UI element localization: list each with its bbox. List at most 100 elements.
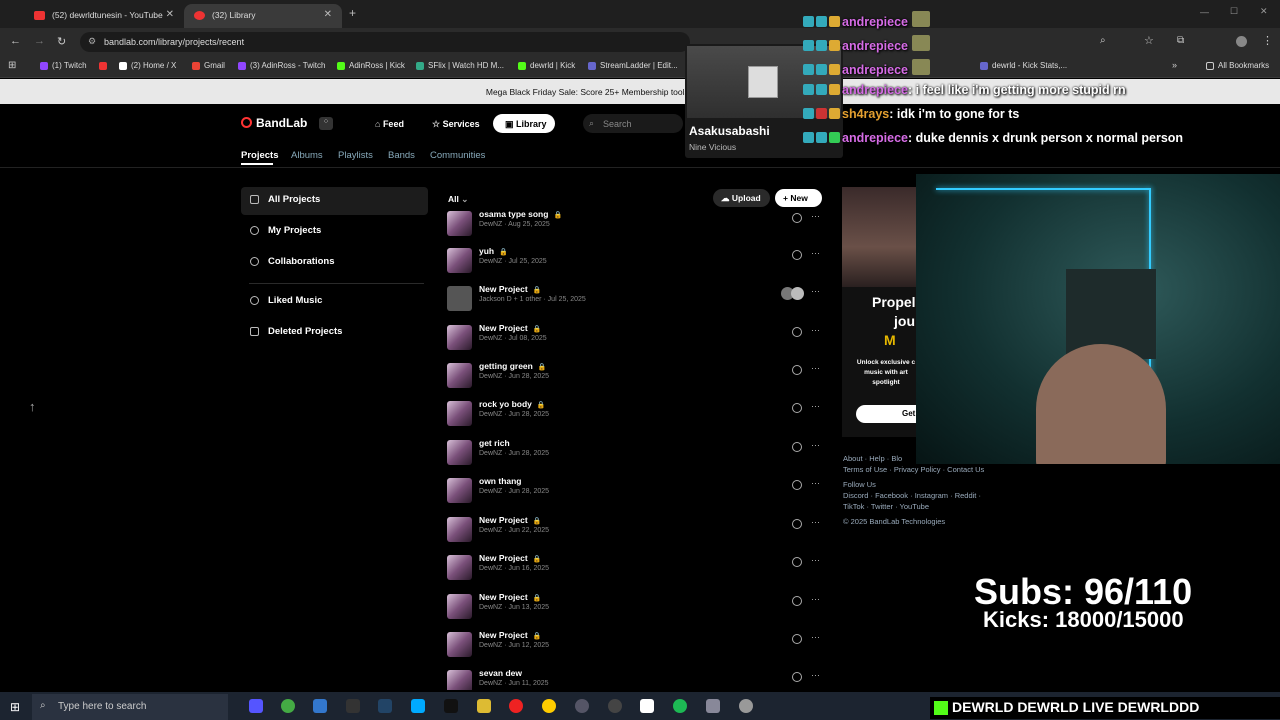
project-row[interactable]: sevan dew DewNZ · Jun 11, 2025 ⋯ (447, 668, 827, 690)
project-row[interactable]: New Project 🔒 DewNZ · Jun 16, 2025 ⋯ (447, 553, 827, 587)
more-options-icon[interactable]: ⋯ (811, 670, 820, 681)
more-options-icon[interactable]: ⋯ (811, 478, 820, 489)
bookmark-item[interactable]: SFlix | Watch HD M... (416, 61, 504, 70)
nav-services[interactable]: ☆ Services (432, 119, 480, 130)
extensions-icon[interactable]: ⧉ (1177, 35, 1184, 46)
maximize-button[interactable]: ☐ (1230, 6, 1238, 17)
sidebar-item-my-projects[interactable]: My Projects (241, 218, 428, 246)
fork-icon[interactable] (792, 442, 802, 452)
new-tab-button[interactable]: + (349, 6, 356, 20)
opera-icon[interactable] (509, 699, 523, 713)
steam-icon[interactable] (378, 699, 392, 713)
tab-bands[interactable]: Bands (388, 150, 415, 161)
project-row[interactable]: getting green 🔒 DewNZ · Jun 28, 2025 ⋯ (447, 361, 827, 395)
fork-icon[interactable] (792, 672, 802, 682)
app-icon[interactable] (608, 699, 622, 713)
forward-icon[interactable]: → (34, 35, 45, 47)
fork-icon[interactable] (792, 250, 802, 260)
epic-games-icon[interactable] (346, 699, 360, 713)
settings-icon[interactable] (739, 699, 753, 713)
fork-icon[interactable] (792, 519, 802, 529)
tab-albums[interactable]: Albums (291, 150, 323, 161)
capcut-icon[interactable] (640, 699, 654, 713)
photoshop-icon[interactable] (411, 699, 425, 713)
social-links[interactable]: TikTok · Twitter · YouTube (843, 502, 929, 511)
all-bookmarks[interactable]: All Bookmarks (1206, 61, 1269, 70)
project-row[interactable]: New Project 🔒 DewNZ · Jun 12, 2025 ⋯ (447, 630, 827, 664)
upload-button[interactable]: ☁ Upload (713, 189, 770, 207)
tab-library[interactable]: (32) Library ✕ (184, 4, 342, 28)
nav-feed[interactable]: ⌂ Feed (375, 119, 404, 129)
reload-icon[interactable]: ↻ (57, 35, 66, 48)
menu-icon[interactable]: ⋮ (1262, 34, 1273, 47)
address-bar[interactable]: ⚙ bandlab.com/library/projects/recent (80, 32, 690, 52)
more-options-icon[interactable]: ⋯ (811, 555, 820, 566)
bookmark-item[interactable]: AdinRoss | Kick (337, 61, 405, 70)
chevron-right-icon[interactable]: » (1172, 60, 1177, 70)
minimize-button[interactable]: — (1200, 7, 1209, 17)
spotify-icon[interactable] (673, 699, 687, 713)
fork-icon[interactable] (792, 480, 802, 490)
bookmark-item[interactable]: (3) AdinRoss - Twitch (238, 61, 325, 70)
store-icon[interactable] (313, 699, 327, 713)
bookmark-item[interactable]: dewrld - Kick Stats,... (980, 61, 1067, 70)
project-row[interactable]: get rich DewNZ · Jun 28, 2025 ⋯ (447, 438, 827, 472)
fork-icon[interactable] (792, 365, 802, 375)
more-options-icon[interactable]: ⋯ (811, 632, 820, 643)
new-button[interactable]: + New (775, 189, 822, 207)
bookmark-item[interactable]: (2) Home / X (119, 61, 176, 70)
bookmark-item[interactable]: (1) Twitch (40, 61, 87, 70)
project-row[interactable]: osama type song 🔒 DewNZ · Aug 25, 2025 ⋯ (447, 209, 827, 243)
footer-links[interactable]: About · Help · Blo (843, 454, 902, 463)
file-explorer-icon[interactable] (477, 699, 491, 713)
more-options-icon[interactable]: ⋯ (811, 401, 820, 412)
profile-avatar[interactable] (1236, 36, 1247, 47)
sidebar-item-deleted-projects[interactable]: Deleted Projects (241, 319, 428, 347)
footer-links[interactable]: Terms of Use · Privacy Policy · Contact … (843, 465, 984, 474)
close-tab-icon[interactable]: ✕ (324, 9, 332, 20)
nav-library[interactable]: ▣ Library (493, 114, 555, 133)
fork-icon[interactable] (792, 596, 802, 606)
sidebar-item-collaborations[interactable]: Collaborations (241, 249, 428, 277)
more-options-icon[interactable]: ⋯ (811, 325, 820, 336)
get-membership-button[interactable]: Get (856, 405, 916, 423)
scroll-to-top-icon[interactable]: ↑ (29, 399, 36, 414)
fork-icon[interactable] (792, 403, 802, 413)
tab-projects[interactable]: Projects (241, 150, 279, 161)
site-info-icon[interactable]: ⚙ (88, 36, 96, 47)
fork-icon[interactable] (792, 557, 802, 567)
project-row[interactable]: New Project 🔒 DewNZ · Jun 22, 2025 ⋯ (447, 515, 827, 549)
bookmark-item[interactable]: dewrld | Kick (518, 61, 575, 70)
apps-grid-icon[interactable]: ⁘ (319, 117, 333, 130)
tab-youtube[interactable]: (52) dewrldtunesin - YouTube ✕ (24, 4, 184, 28)
obs-icon[interactable] (575, 699, 589, 713)
more-options-icon[interactable]: ⋯ (811, 286, 820, 297)
bookmark-item[interactable]: StreamLadder | Edit... (588, 61, 678, 70)
fork-icon[interactable] (792, 327, 802, 337)
sidebar-item-all-projects[interactable]: All Projects (241, 187, 428, 215)
more-options-icon[interactable]: ⋯ (811, 211, 820, 222)
taskbar-search[interactable]: ⌕ Type here to search (32, 694, 228, 720)
more-options-icon[interactable]: ⋯ (811, 594, 820, 605)
sidebar-item-liked-music[interactable]: Liked Music (241, 288, 428, 316)
bandlab-logo[interactable]: BandLab (256, 116, 307, 130)
tab-playlists[interactable]: Playlists (338, 150, 373, 161)
tab-communities[interactable]: Communities (430, 150, 485, 161)
bookmark-item[interactable]: Gmail (192, 61, 225, 70)
close-tab-icon[interactable]: ✕ (166, 9, 174, 20)
project-row[interactable]: New Project 🔒 DewNZ · Jul 08, 2025 ⋯ (447, 323, 827, 357)
project-row[interactable]: New Project 🔒 DewNZ · Jun 13, 2025 ⋯ (447, 592, 827, 626)
snapchat-icon[interactable] (542, 699, 556, 713)
fork-icon[interactable] (792, 634, 802, 644)
project-row[interactable]: rock yo body 🔒 DewNZ · Jun 28, 2025 ⋯ (447, 399, 827, 433)
windows-start-icon[interactable]: ⊞ (10, 700, 20, 714)
back-icon[interactable]: ← (10, 35, 21, 47)
project-row[interactable]: New Project 🔒 Jackson D + 1 other · Jul 25… (447, 284, 827, 318)
chrome-icon[interactable] (281, 699, 295, 713)
discord-icon[interactable] (249, 699, 263, 713)
filter-dropdown[interactable]: All ⌄ (448, 194, 468, 205)
search-input[interactable]: ⌕ Search (583, 114, 683, 133)
more-options-icon[interactable]: ⋯ (811, 363, 820, 374)
more-options-icon[interactable]: ⋯ (811, 248, 820, 259)
close-window-button[interactable]: ✕ (1260, 6, 1268, 17)
